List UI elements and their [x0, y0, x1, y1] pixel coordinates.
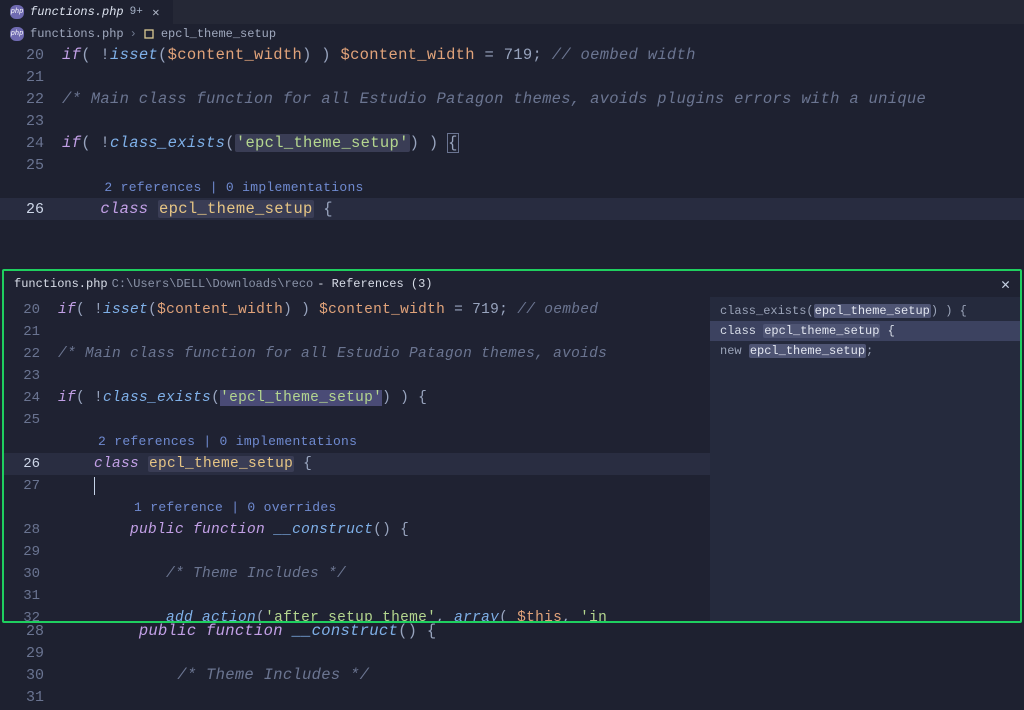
- php-file-icon: php: [10, 5, 24, 19]
- breadcrumb-symbol[interactable]: epcl_theme_setup: [161, 27, 276, 41]
- code-line[interactable]: 26 class epcl_theme_setup {: [4, 453, 710, 475]
- code-content: if( !class_exists('epcl_theme_setup') ) …: [58, 390, 427, 406]
- code-line[interactable]: 27: [4, 475, 710, 497]
- line-number: 20: [0, 47, 62, 64]
- code-line[interactable]: 20if( !isset($content_width) ) $content_…: [0, 44, 1024, 66]
- code-content: add_action('after_setup_theme', array( $…: [58, 610, 607, 621]
- line-number: 26: [0, 201, 62, 218]
- reference-list-item[interactable]: class epcl_theme_setup {: [710, 321, 1020, 341]
- peek-header: functions.php C:\Users\DELL\Downloads\re…: [4, 271, 1020, 297]
- line-number: 29: [0, 645, 62, 662]
- code-line[interactable]: 32 add_action('after_setup_theme', array…: [4, 607, 710, 621]
- code-content: [62, 688, 139, 706]
- close-icon[interactable]: ✕: [1001, 275, 1010, 294]
- code-content: if( !isset($content_width) ) $content_wi…: [62, 46, 696, 64]
- code-line[interactable]: 25: [4, 409, 710, 431]
- line-number: 32: [4, 610, 58, 621]
- code-content: class epcl_theme_setup {: [58, 456, 312, 472]
- reference-list-item[interactable]: new epcl_theme_setup;: [710, 341, 1020, 361]
- peek-references-panel: functions.php C:\Users\DELL\Downloads\re…: [2, 269, 1022, 623]
- peek-file: functions.php: [14, 277, 108, 291]
- line-number: 21: [0, 69, 62, 86]
- line-number: 22: [4, 346, 58, 362]
- code-line[interactable]: 1 reference | 0 overrides: [4, 497, 710, 519]
- reference-list-item[interactable]: class_exists(epcl_theme_setup) ) {: [710, 301, 1020, 321]
- code-line[interactable]: 21: [0, 66, 1024, 88]
- code-line[interactable]: 28 public function __construct() {: [0, 620, 1024, 642]
- code-line[interactable]: 22/* Main class function for all Estudio…: [0, 88, 1024, 110]
- code-content: 1 reference | 0 overrides: [58, 500, 337, 516]
- line-number: 24: [4, 390, 58, 406]
- code-content: /* Main class function for all Estudio P…: [58, 346, 607, 362]
- tab-bar: php functions.php 9+ ✕: [0, 0, 1024, 24]
- code-line[interactable]: 31: [4, 585, 710, 607]
- code-content: 2 references | 0 implementations: [62, 178, 364, 196]
- peek-editor[interactable]: 20if( !isset($content_width) ) $content_…: [4, 297, 710, 621]
- line-number: 29: [4, 544, 58, 560]
- code-line[interactable]: 24if( !class_exists('epcl_theme_setup') …: [4, 387, 710, 409]
- editor-tab[interactable]: php functions.php 9+ ✕: [0, 0, 173, 24]
- breadcrumb-separator: ›: [130, 27, 137, 41]
- code-line[interactable]: 21: [4, 321, 710, 343]
- code-content: [58, 477, 95, 495]
- code-line[interactable]: 20if( !isset($content_width) ) $content_…: [4, 299, 710, 321]
- peek-title: - References (3): [317, 277, 432, 291]
- code-line[interactable]: 30 /* Theme Includes */: [4, 563, 710, 585]
- code-content: /* Main class function for all Estudio P…: [62, 90, 936, 108]
- code-line[interactable]: 26 class epcl_theme_setup {: [0, 198, 1024, 220]
- symbol-icon: [143, 28, 155, 40]
- code-content: /* Theme Includes */: [62, 666, 369, 684]
- code-content: if( !isset($content_width) ) $content_wi…: [58, 302, 598, 318]
- line-number: 28: [4, 522, 58, 538]
- code-content: if( !class_exists('epcl_theme_setup') ) …: [62, 134, 458, 152]
- line-number: 24: [0, 135, 62, 152]
- line-number: 25: [0, 157, 62, 174]
- line-number: 31: [4, 588, 58, 604]
- close-icon[interactable]: ✕: [149, 5, 163, 20]
- line-number: 27: [4, 478, 58, 494]
- code-line[interactable]: 29: [0, 642, 1024, 664]
- line-number: 20: [4, 302, 58, 318]
- php-file-icon: php: [10, 27, 24, 41]
- code-line[interactable]: 23: [0, 110, 1024, 132]
- code-line[interactable]: 25: [0, 154, 1024, 176]
- line-number: 21: [4, 324, 58, 340]
- code-content: /* Theme Includes */: [58, 566, 346, 582]
- line-number: 25: [4, 412, 58, 428]
- code-content: [58, 544, 130, 560]
- code-content: class epcl_theme_setup {: [62, 200, 333, 218]
- breadcrumb[interactable]: php functions.php › epcl_theme_setup: [0, 24, 1024, 44]
- line-number: 23: [0, 113, 62, 130]
- breadcrumb-file[interactable]: functions.php: [30, 27, 124, 41]
- code-line[interactable]: 2 references | 0 implementations: [0, 176, 1024, 198]
- code-line[interactable]: 30 /* Theme Includes */: [0, 664, 1024, 686]
- code-line[interactable]: 2 references | 0 implementations: [4, 431, 710, 453]
- line-number: 23: [4, 368, 58, 384]
- code-line[interactable]: 31: [0, 686, 1024, 708]
- peek-reference-list[interactable]: class_exists(epcl_theme_setup) ) {class …: [710, 297, 1020, 621]
- tab-filename: functions.php: [30, 5, 124, 19]
- code-line[interactable]: 28 public function __construct() {: [4, 519, 710, 541]
- code-line[interactable]: 23: [4, 365, 710, 387]
- line-number: 22: [0, 91, 62, 108]
- code-content: public function __construct() {: [58, 522, 409, 538]
- code-line[interactable]: 24if( !class_exists('epcl_theme_setup') …: [0, 132, 1024, 154]
- code-content: [62, 644, 139, 662]
- line-number: 30: [4, 566, 58, 582]
- code-content: public function __construct() {: [62, 622, 437, 640]
- line-number: 30: [0, 667, 62, 684]
- code-line[interactable]: 29: [4, 541, 710, 563]
- code-content: 2 references | 0 implementations: [58, 434, 357, 450]
- tab-modified-indicator: 9+: [130, 6, 143, 18]
- line-number: 26: [4, 456, 58, 472]
- code-line[interactable]: 22/* Main class function for all Estudio…: [4, 343, 710, 365]
- code-content: [58, 588, 130, 604]
- peek-path: C:\Users\DELL\Downloads\reco: [112, 277, 314, 291]
- line-number: 28: [0, 623, 62, 640]
- editor-main[interactable]: 20if( !isset($content_width) ) $content_…: [0, 44, 1024, 708]
- line-number: 31: [0, 689, 62, 706]
